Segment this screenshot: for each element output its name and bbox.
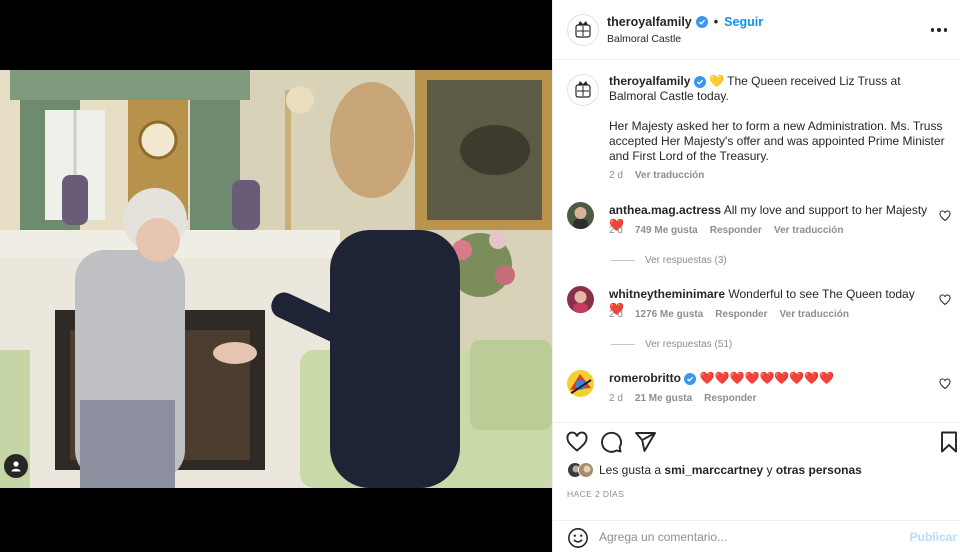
comment-avatar[interactable]: [567, 370, 594, 397]
comment-input[interactable]: [599, 526, 899, 548]
replies-divider: [611, 260, 635, 261]
comment-meta: 2 d 1276 Me gusta Responder Ver traducci…: [609, 309, 849, 320]
comment-translate-link[interactable]: Ver traducción: [774, 225, 843, 236]
post-header: theroyalfamily • Seguir Balmoral Castle: [553, 0, 960, 60]
view-replies-label: Ver respuestas (3): [645, 255, 727, 266]
comment-text: romerobritto ❤️❤️❤️❤️❤️❤️❤️❤️❤️: [609, 371, 929, 386]
separator-dot: •: [713, 15, 719, 29]
comment-username[interactable]: anthea.mag.actress: [609, 203, 721, 217]
post-timestamp[interactable]: HACE 2 DÍAS: [567, 489, 624, 499]
caption-age: 2 d: [609, 170, 623, 181]
caption-meta: 2 d Ver traducción: [609, 170, 704, 181]
more-options-icon[interactable]: [925, 18, 953, 42]
comments-section: theroyalfamily 💛 The Queen received Liz …: [553, 60, 960, 422]
follow-button[interactable]: Seguir: [724, 15, 763, 29]
like-comment-heart-icon[interactable]: [939, 378, 951, 390]
post-details-panel: theroyalfamily • Seguir Balmoral Castle …: [552, 0, 960, 552]
comment-avatar[interactable]: [567, 286, 594, 313]
royal-crest-icon: [575, 21, 591, 38]
likes-others-link[interactable]: otras personas: [776, 463, 862, 477]
comment-emoji: ❤️❤️❤️❤️❤️❤️❤️❤️❤️: [699, 371, 835, 385]
comment-username[interactable]: romerobritto: [609, 371, 681, 385]
caption-avatar[interactable]: [567, 74, 599, 106]
action-bar: [553, 422, 960, 460]
photo-illustration: [0, 70, 552, 488]
like-heart-icon[interactable]: [565, 430, 589, 454]
comment-bubble-icon[interactable]: [599, 430, 623, 454]
replies-divider: [611, 344, 635, 345]
comment-likes[interactable]: 749 Me gusta: [635, 225, 698, 236]
comment-translate-link[interactable]: Ver traducción: [780, 309, 849, 320]
author-avatar[interactable]: [567, 14, 599, 46]
caption-translate-link[interactable]: Ver traducción: [635, 170, 704, 181]
publish-button[interactable]: Publicar: [910, 530, 957, 544]
comment-avatar[interactable]: [567, 202, 594, 229]
reply-button[interactable]: Responder: [704, 393, 756, 404]
comment-username[interactable]: whitneytheminimare: [609, 287, 725, 301]
likes-prefix: Les gusta a: [599, 463, 662, 477]
comment-likes[interactable]: 1276 Me gusta: [635, 309, 703, 320]
comment-body: Wonderful to see The Queen today: [728, 287, 915, 301]
verified-badge-icon: [693, 76, 706, 88]
comment-meta: 2 d 21 Me gusta Responder: [609, 393, 756, 404]
view-replies-button[interactable]: Ver respuestas (51): [611, 339, 732, 350]
comment-age: 2 d: [609, 309, 623, 320]
comment-age: 2 d: [609, 225, 623, 236]
verified-badge-icon: [695, 16, 708, 28]
likes-summary: Les gusta a smi_marccartney y otras pers…: [567, 462, 862, 478]
view-replies-button[interactable]: Ver respuestas (3): [611, 255, 727, 266]
user-tag-icon[interactable]: [4, 454, 28, 478]
caption-username[interactable]: theroyalfamily: [609, 74, 690, 88]
caption-emoji: 💛: [709, 74, 725, 88]
author-username[interactable]: theroyalfamily: [607, 15, 692, 29]
like-comment-heart-icon[interactable]: [939, 294, 951, 306]
share-send-icon[interactable]: [633, 430, 657, 454]
add-comment-bar: Publicar: [553, 520, 960, 552]
caption-paragraph: Her Majesty asked her to form a new Admi…: [609, 119, 945, 163]
post-caption: theroyalfamily 💛 The Queen received Liz …: [609, 74, 949, 164]
verified-badge-icon: [684, 373, 697, 385]
emoji-smiley-icon[interactable]: [567, 527, 589, 549]
save-bookmark-icon[interactable]: [937, 430, 960, 454]
post-location[interactable]: Balmoral Castle: [607, 33, 681, 45]
view-replies-label: Ver respuestas (51): [645, 339, 733, 350]
likes-conj: y: [766, 463, 773, 477]
comment-likes[interactable]: 21 Me gusta: [635, 393, 692, 404]
reply-button[interactable]: Responder: [710, 225, 762, 236]
reply-button[interactable]: Responder: [715, 309, 767, 320]
post-photo[interactable]: [0, 70, 552, 488]
likes-user-link[interactable]: smi_marccartney: [664, 463, 763, 477]
post-media: [0, 0, 552, 552]
royal-crest-icon: [575, 81, 591, 98]
like-comment-heart-icon[interactable]: [939, 210, 951, 222]
comment-meta: 2 d 749 Me gusta Responder Ver traducció…: [609, 225, 843, 236]
author-username-row: theroyalfamily • Seguir: [607, 15, 763, 29]
liker-avatar[interactable]: [578, 462, 594, 478]
comment-age: 2 d: [609, 393, 623, 404]
comment-body: All my love and support to her Majesty: [723, 203, 928, 217]
